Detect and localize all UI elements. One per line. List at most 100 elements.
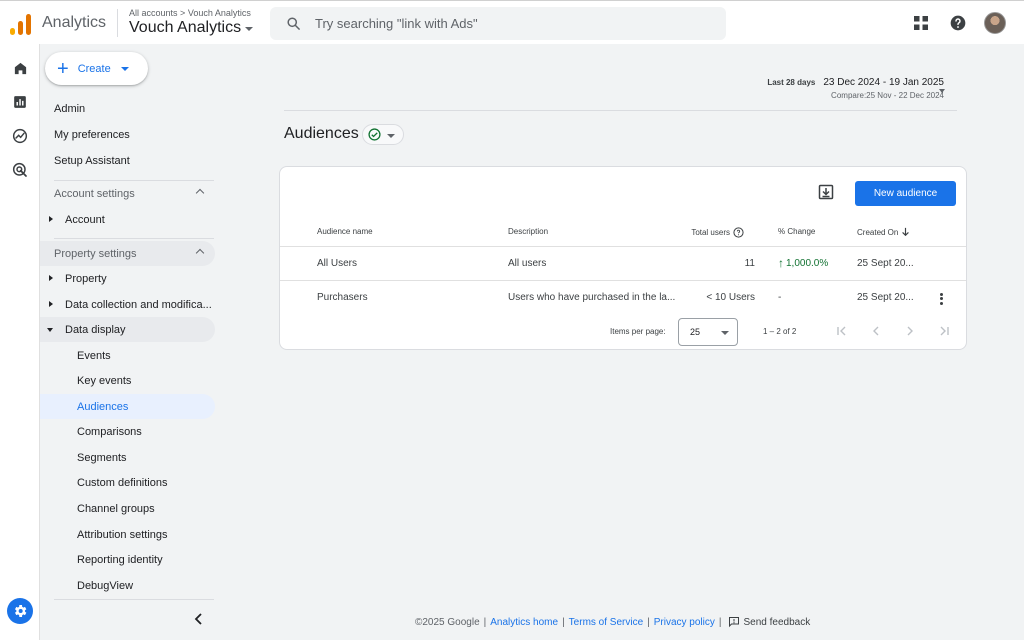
property-name: Vouch Analytics <box>129 19 242 36</box>
nav-sub-custom-definitions[interactable]: Custom definitions <box>40 470 215 495</box>
breadcrumb-separator: > <box>180 8 186 18</box>
last-page-icon[interactable] <box>937 324 951 338</box>
explore-icon[interactable] <box>10 126 30 146</box>
pagination-range: 1 – 2 of 2 <box>763 327 797 336</box>
date-range-dropdown-icon[interactable] <box>939 89 945 93</box>
header-actions <box>910 12 1006 34</box>
table-divider <box>280 280 966 281</box>
new-audience-button[interactable]: New audience <box>855 181 956 206</box>
header-divider-line <box>284 110 957 111</box>
footer: ©2025 Google | Analytics home | Terms of… <box>415 616 810 628</box>
status-chip[interactable] <box>362 124 404 145</box>
nav-sub-key-events[interactable]: Key events <box>40 368 215 393</box>
cell-created-on: 25 Sept 20... <box>857 292 914 303</box>
chevron-down-icon <box>120 66 129 71</box>
cell-audience-name: All Users <box>317 258 358 269</box>
admin-gear-icon[interactable] <box>7 598 33 624</box>
items-per-page-select[interactable]: 25 <box>678 318 738 346</box>
nav-sub-attribution-settings[interactable]: Attribution settings <box>40 522 215 547</box>
up-arrow-icon: ↑ <box>778 256 784 270</box>
chevron-down-icon <box>387 133 395 138</box>
more-vert-icon[interactable] <box>936 291 946 307</box>
footer-separator: | <box>562 616 565 628</box>
breadcrumb-account[interactable]: Vouch Analytics <box>188 8 251 18</box>
column-header-name[interactable]: Audience name <box>317 227 373 236</box>
nav-sub-channel-groups[interactable]: Channel groups <box>40 496 215 521</box>
column-header-created[interactable]: Created On <box>857 227 910 237</box>
date-range-text: 23 Dec 2024 - 19 Jan 2025 <box>823 77 944 88</box>
link-terms-of-service[interactable]: Terms of Service <box>569 617 643 628</box>
help-icon[interactable] <box>947 13 968 34</box>
avatar[interactable] <box>984 12 1006 34</box>
nav-account[interactable]: Account <box>40 207 215 232</box>
advertising-icon[interactable] <box>10 160 30 180</box>
analytics-logo[interactable] <box>10 13 32 35</box>
items-per-page-value: 25 <box>690 327 701 337</box>
nav-admin[interactable]: Admin <box>40 96 215 121</box>
chevron-down-icon <box>245 27 254 31</box>
nav-my-preferences[interactable]: My preferences <box>40 122 215 147</box>
nav-sub-debugview[interactable]: DebugView <box>40 573 215 598</box>
previous-page-icon[interactable] <box>869 324 883 338</box>
send-feedback-button[interactable]: Send feedback <box>728 616 811 628</box>
nav-sub-audiences[interactable]: Audiences <box>40 394 215 419</box>
column-header-description[interactable]: Description <box>508 227 548 236</box>
nav-data-collection[interactable]: Data collection and modifica... <box>40 292 215 317</box>
nav-data-display-label: Data display <box>65 323 126 336</box>
home-icon[interactable] <box>10 58 30 78</box>
help-icon[interactable] <box>733 227 744 238</box>
nav-divider <box>54 238 214 239</box>
cell-created-on: 25 Sept 20... <box>857 258 914 269</box>
nav-property-label: Property <box>65 272 107 285</box>
download-icon[interactable] <box>818 184 834 200</box>
apps-grid-icon[interactable] <box>910 13 931 34</box>
column-header-change[interactable]: % Change <box>778 227 815 236</box>
cell-total-users: < 10 Users <box>706 292 755 303</box>
table-divider <box>280 246 966 247</box>
date-range-picker[interactable]: Last 28 days 23 Dec 2024 - 19 Jan 2025 C… <box>767 77 944 100</box>
items-per-page-label: Items per page: <box>610 327 666 336</box>
collapse-arrow-icon <box>47 328 53 332</box>
plus-icon: + <box>57 57 69 80</box>
sort-down-arrow-icon <box>902 227 910 237</box>
nav-sub-events[interactable]: Events <box>40 343 215 368</box>
footer-separator: | <box>718 616 722 628</box>
nav-sub-comparisons[interactable]: Comparisons <box>40 419 215 444</box>
search-bar[interactable]: Try searching "link with Ads" <box>270 7 726 40</box>
create-button[interactable]: + Create <box>45 52 148 85</box>
nav-sub-reporting-identity[interactable]: Reporting identity <box>40 547 215 572</box>
nav-section-property-settings[interactable]: Property settings <box>40 241 215 266</box>
link-privacy-policy[interactable]: Privacy policy <box>654 617 715 628</box>
nav-data-display[interactable]: Data display <box>40 317 215 342</box>
expand-arrow-icon <box>49 216 53 222</box>
cell-description: Users who have purchased in the la... <box>508 292 676 303</box>
search-icon <box>287 17 300 30</box>
column-header-total-users[interactable]: Total users <box>686 227 744 238</box>
nav-data-collection-label: Data collection and modifica... <box>65 298 212 311</box>
first-page-icon[interactable] <box>835 324 849 338</box>
breadcrumb[interactable]: All accounts > Vouch Analytics <box>129 8 251 18</box>
nav-setup-assistant[interactable]: Setup Assistant <box>40 148 215 173</box>
app-name: Analytics <box>42 14 107 31</box>
expand-arrow-icon <box>49 301 53 307</box>
cell-change: ↑ 1,000.0% <box>778 256 828 270</box>
nav-property[interactable]: Property <box>40 266 215 291</box>
link-analytics-home[interactable]: Analytics home <box>490 617 558 628</box>
nav-divider <box>54 599 214 600</box>
property-switcher[interactable]: Vouch Analytics <box>129 19 254 37</box>
breadcrumb-accounts[interactable]: All accounts <box>129 8 178 18</box>
next-page-icon[interactable] <box>903 324 917 338</box>
footer-separator: | <box>647 616 650 628</box>
nav-section-account-settings[interactable]: Account settings <box>40 181 215 206</box>
change-value: 1,000.0% <box>786 257 829 269</box>
date-preset-chip: Last 28 days <box>767 78 816 87</box>
reports-icon[interactable] <box>10 92 30 112</box>
total-users-label: Total users <box>691 228 730 237</box>
search-input[interactable]: Try searching "link with Ads" <box>315 16 478 31</box>
chevron-down-icon <box>721 331 730 335</box>
nav-sub-segments[interactable]: Segments <box>40 445 215 470</box>
collapse-nav-icon[interactable] <box>192 612 206 626</box>
page-title: Audiences <box>284 125 359 142</box>
footer-separator: | <box>483 616 487 628</box>
feedback-label: Send feedback <box>743 616 811 628</box>
